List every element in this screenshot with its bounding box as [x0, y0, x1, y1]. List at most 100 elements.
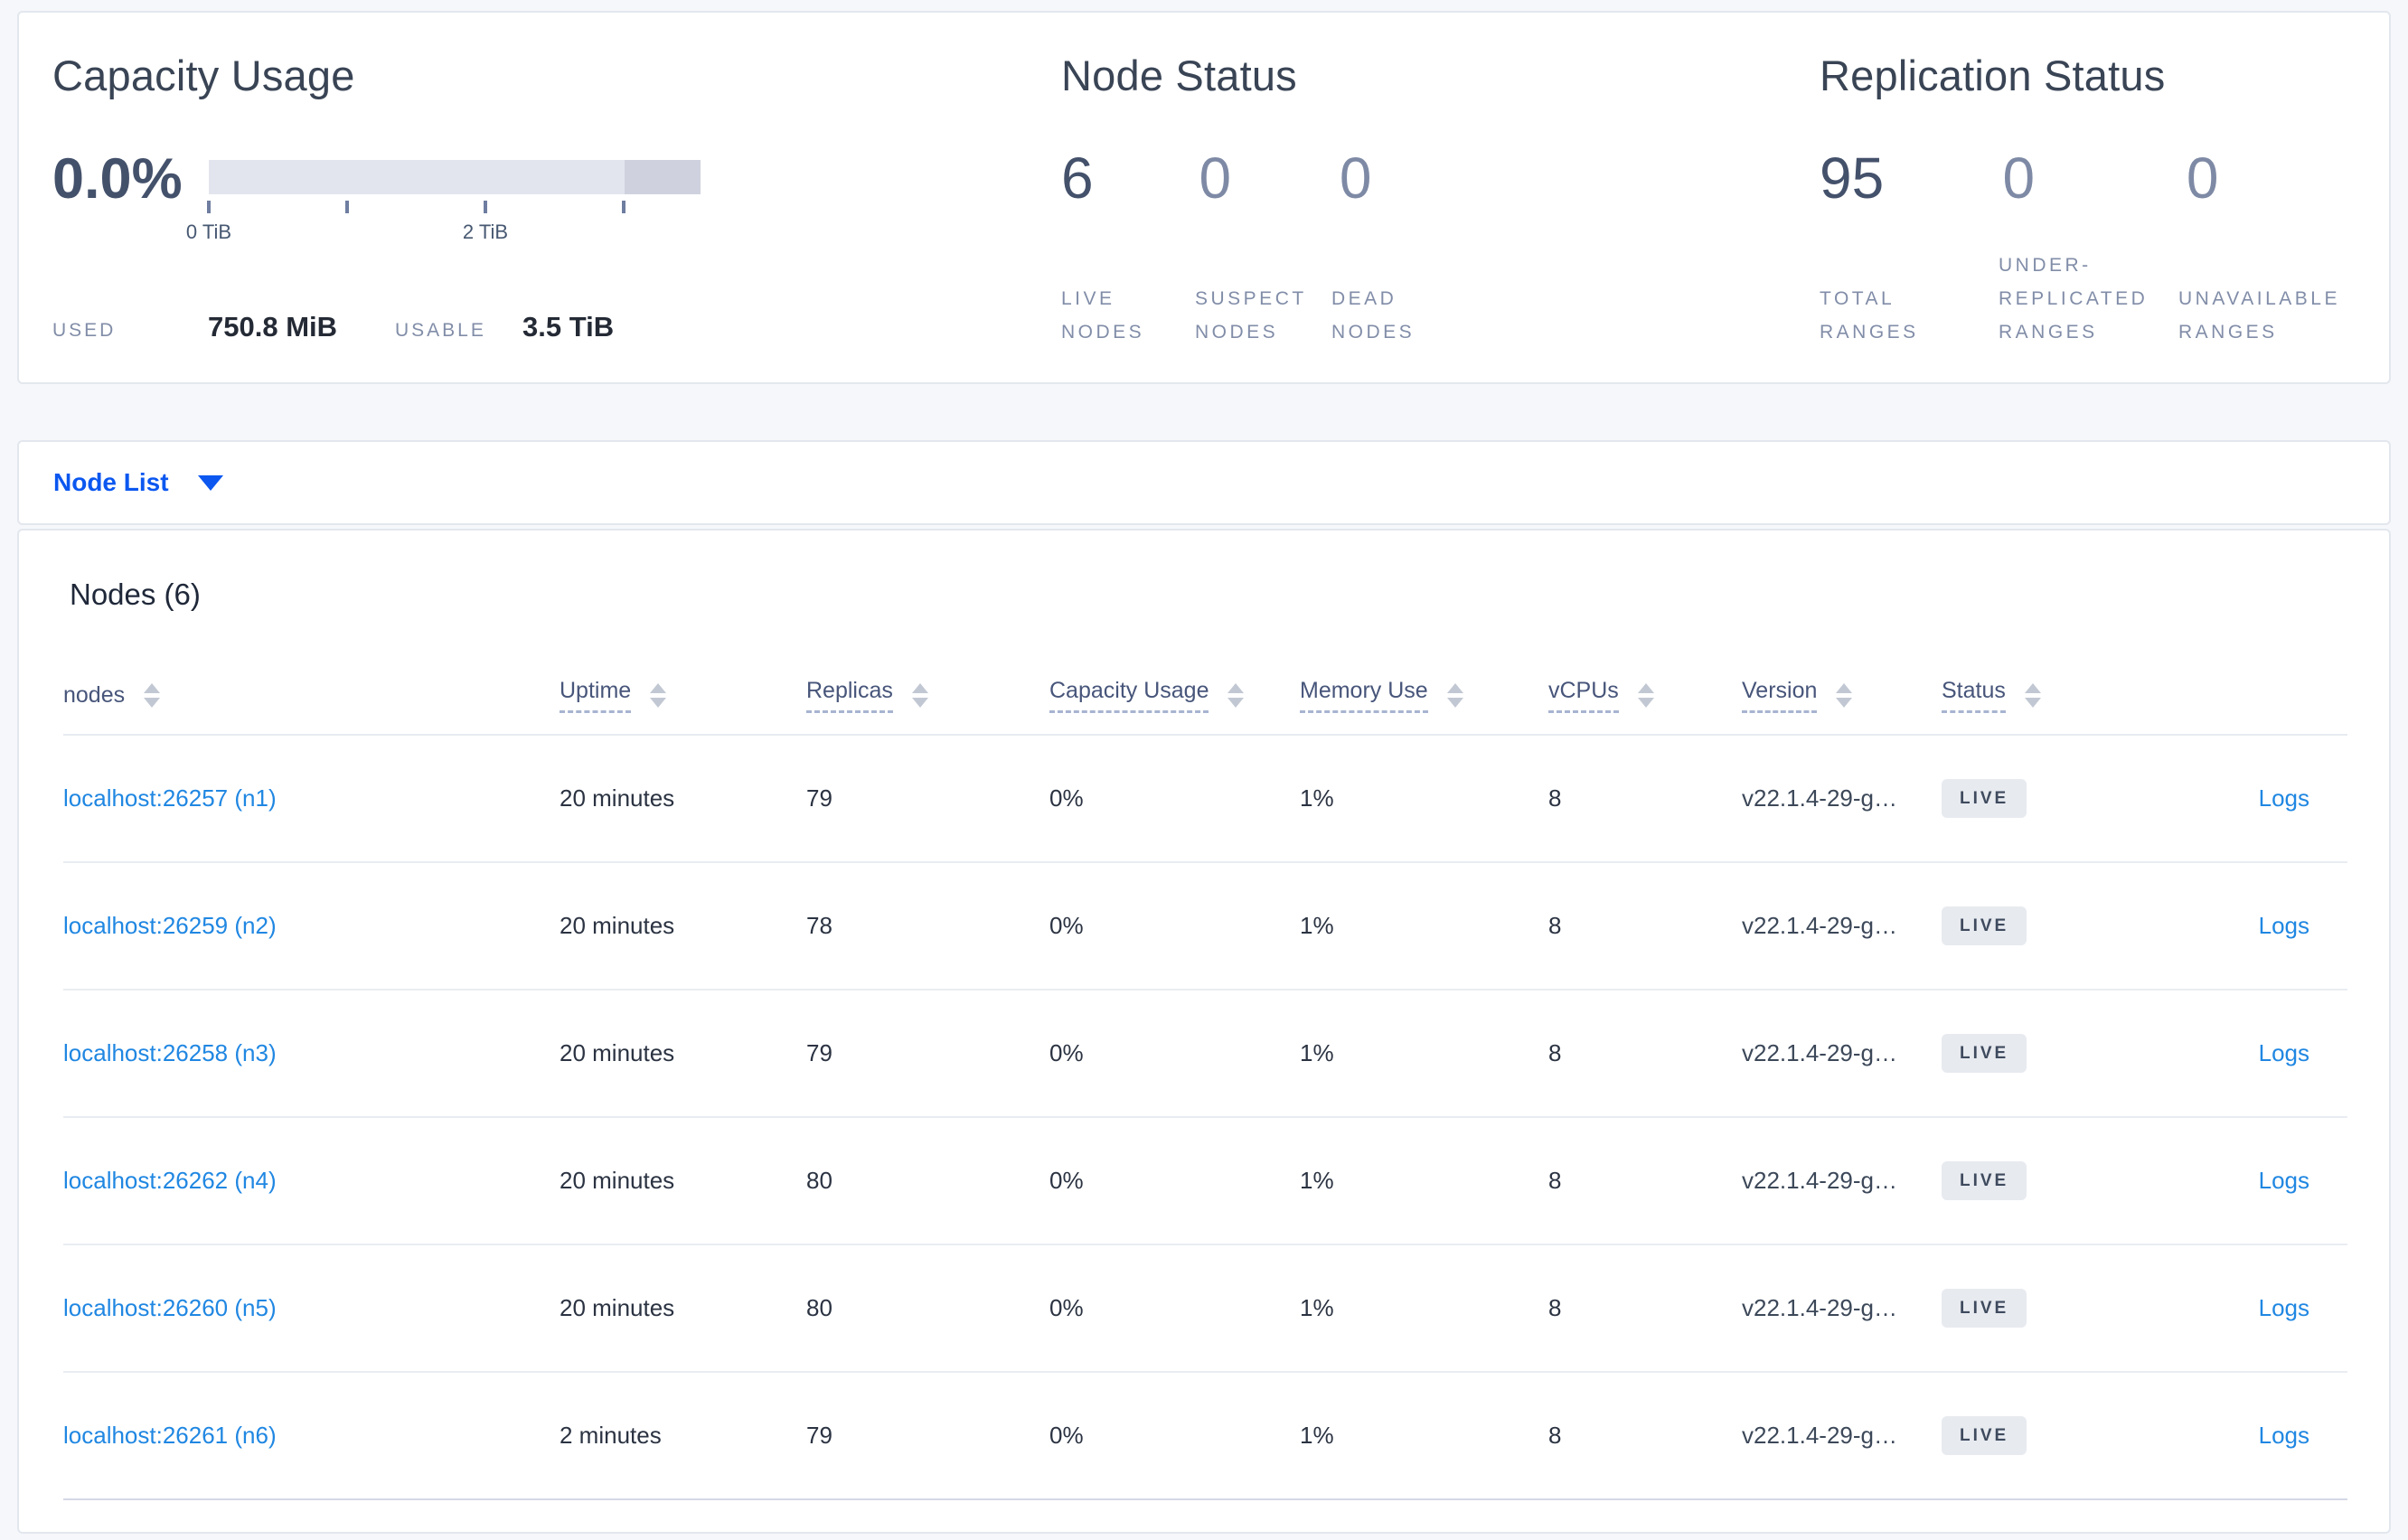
logs-link[interactable]: Logs — [2259, 784, 2309, 812]
capacity-bar-segment — [625, 160, 701, 194]
vcpus-cell: 8 — [1548, 1372, 1742, 1500]
uptime-cell: 20 minutes — [560, 1117, 806, 1245]
vcpus-cell: 8 — [1548, 1244, 1742, 1373]
uptime-cell: 20 minutes — [560, 990, 806, 1118]
table-row: localhost:26257 (n1) 20 minutes 79 0% 1%… — [63, 735, 2347, 863]
table-row: localhost:26261 (n6) 2 minutes 79 0% 1% … — [63, 1372, 2347, 1500]
sort-icon[interactable] — [144, 683, 161, 709]
node-link[interactable]: localhost:26261 (n6) — [63, 1422, 277, 1449]
column-header-uptime[interactable]: Uptime — [560, 657, 806, 736]
total-ranges-value: 95 — [1820, 146, 1885, 211]
replication-status-section: Replication Status 95 0 0 TOTAL RANGES U… — [1820, 13, 2380, 382]
status-badge: LIVE — [1942, 906, 2027, 945]
nodes-heading: Nodes (6) — [70, 578, 201, 611]
logs-link[interactable]: Logs — [2259, 1167, 2309, 1194]
memory-cell: 1% — [1300, 990, 1548, 1118]
capacity-usage-section: Capacity Usage 0.0% 0 TiB 2 TiB USED 750… — [52, 13, 767, 382]
version-cell: v22.1.4-29-g… — [1742, 1117, 1942, 1245]
logs-link[interactable]: Logs — [2259, 1294, 2309, 1321]
usable-value: 3.5 TiB — [522, 311, 615, 343]
replicas-cell: 79 — [806, 990, 1049, 1118]
capacity-cell: 0% — [1049, 735, 1300, 863]
logs-link[interactable]: Logs — [2259, 1422, 2309, 1449]
table-row: localhost:26259 (n2) 20 minutes 78 0% 1%… — [63, 862, 2347, 991]
node-link[interactable]: localhost:26260 (n5) — [63, 1294, 277, 1321]
version-cell: v22.1.4-29-g… — [1742, 862, 1942, 991]
column-header-vcpus[interactable]: vCPUs — [1548, 657, 1742, 736]
node-status-section: Node Status 6 0 0 LIVE NODES SUSPECT NOD… — [1061, 13, 1748, 382]
status-badge: LIVE — [1942, 779, 2027, 818]
replicas-cell: 80 — [806, 1244, 1049, 1373]
sort-icon[interactable] — [1836, 683, 1853, 708]
axis-tick — [345, 201, 349, 213]
axis-tick-label: 0 TiB — [185, 221, 232, 243]
unavailable-ranges-value: 0 — [2186, 146, 2219, 211]
column-header-nodes[interactable]: nodes — [63, 657, 560, 736]
axis-tick — [622, 201, 626, 213]
total-ranges-label: TOTAL RANGES — [1820, 288, 1919, 343]
live-nodes-value: 6 — [1061, 146, 1094, 211]
logs-link[interactable]: Logs — [2259, 912, 2309, 939]
node-link[interactable]: localhost:26258 (n3) — [63, 1039, 277, 1066]
axis-tick — [207, 201, 211, 213]
replicas-cell: 78 — [806, 862, 1049, 991]
status-badge: LIVE — [1942, 1161, 2027, 1200]
chevron-down-icon — [197, 474, 223, 491]
status-badge: LIVE — [1942, 1289, 2027, 1328]
column-header-memory-use[interactable]: Memory Use — [1300, 657, 1548, 736]
node-list-dropdown-label: Node List — [53, 468, 169, 496]
capacity-usage-title: Capacity Usage — [52, 52, 355, 99]
column-header-version[interactable]: Version — [1742, 657, 1942, 736]
under-replicated-ranges-label: UNDER-REPLICATED RANGES — [1999, 255, 2149, 343]
node-link[interactable]: localhost:26259 (n2) — [63, 912, 277, 939]
uptime-cell: 2 minutes — [560, 1372, 806, 1500]
node-link[interactable]: localhost:26262 (n4) — [63, 1167, 277, 1194]
capacity-cell: 0% — [1049, 862, 1300, 991]
memory-cell: 1% — [1300, 735, 1548, 863]
sort-icon[interactable] — [911, 683, 928, 708]
sort-icon[interactable] — [1446, 683, 1463, 708]
version-cell: v22.1.4-29-g… — [1742, 735, 1942, 863]
under-replicated-ranges-value: 0 — [2002, 146, 2036, 211]
suspect-nodes-value: 0 — [1199, 146, 1232, 211]
cluster-summary-card: Capacity Usage 0.0% 0 TiB 2 TiB USED 750… — [17, 11, 2391, 384]
replication-status-title: Replication Status — [1820, 52, 2166, 99]
view-selector-bar: Node List — [17, 440, 2391, 525]
version-cell: v22.1.4-29-g… — [1742, 990, 1942, 1118]
used-value: 750.8 MiB — [208, 311, 338, 343]
logs-link[interactable]: Logs — [2259, 1039, 2309, 1066]
node-status-labels: LIVE NODES SUSPECT NODES DEAD NODES — [1061, 230, 1485, 349]
version-cell: v22.1.4-29-g… — [1742, 1372, 1942, 1500]
replicas-cell: 79 — [806, 735, 1049, 863]
table-row: localhost:26260 (n5) 20 minutes 80 0% 1%… — [63, 1244, 2347, 1373]
table-row: localhost:26262 (n4) 20 minutes 80 0% 1%… — [63, 1117, 2347, 1245]
cluster-overview-page: Capacity Usage 0.0% 0 TiB 2 TiB USED 750… — [0, 0, 2408, 1540]
vcpus-cell: 8 — [1548, 1117, 1742, 1245]
usable-label: USABLE — [395, 320, 486, 341]
column-header-replicas[interactable]: Replicas — [806, 657, 1049, 736]
unavailable-ranges-label: UNAVAILABLE RANGES — [2178, 288, 2340, 343]
node-link[interactable]: localhost:26257 (n1) — [63, 784, 277, 812]
capacity-used-row: USED 750.8 MiB USABLE 3.5 TiB — [52, 311, 739, 358]
capacity-cell: 0% — [1049, 1117, 1300, 1245]
column-header-logs — [2131, 657, 2347, 736]
column-header-status[interactable]: Status — [1942, 657, 2131, 736]
memory-cell: 1% — [1300, 1117, 1548, 1245]
replicas-cell: 79 — [806, 1372, 1049, 1500]
table-header-row: nodes Uptime Replicas Capacity Usage Mem… — [63, 657, 2347, 736]
vcpus-cell: 8 — [1548, 990, 1742, 1118]
status-badge: LIVE — [1942, 1416, 2027, 1455]
version-cell: v22.1.4-29-g… — [1742, 1244, 1942, 1373]
column-header-capacity-usage[interactable]: Capacity Usage — [1049, 657, 1300, 736]
node-list-dropdown[interactable]: Node List — [53, 468, 223, 497]
capacity-cell: 0% — [1049, 1372, 1300, 1500]
axis-tick — [484, 201, 487, 213]
replicas-cell: 80 — [806, 1117, 1049, 1245]
sort-icon[interactable] — [1228, 683, 1245, 708]
sort-icon[interactable] — [2024, 683, 2041, 708]
vcpus-cell: 8 — [1548, 735, 1742, 863]
status-badge: LIVE — [1942, 1034, 2027, 1073]
node-status-values: 6 0 0 — [1061, 148, 1372, 208]
sort-icon[interactable] — [1637, 683, 1654, 708]
sort-icon[interactable] — [650, 683, 667, 708]
